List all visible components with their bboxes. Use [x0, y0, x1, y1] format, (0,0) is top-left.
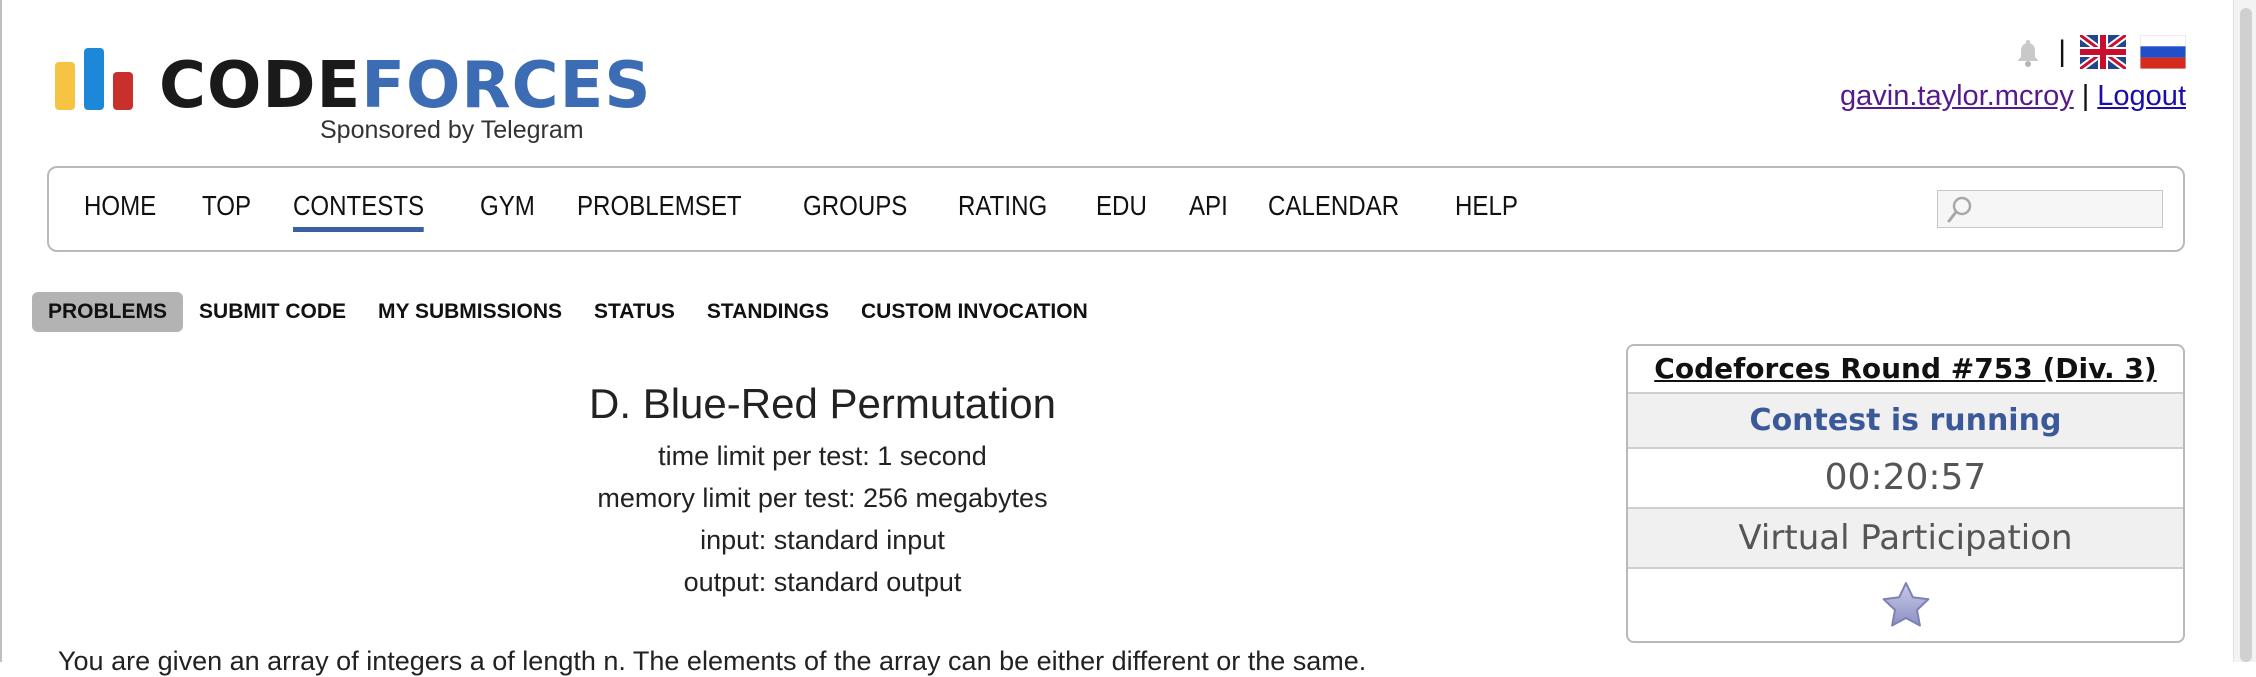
tab-status[interactable]: STATUS [578, 292, 691, 332]
menu-item-problemset[interactable]: PROBLEMSET [577, 190, 742, 222]
contest-timer: 00:20:57 [1628, 447, 2183, 507]
menu-item-rating[interactable]: RATING [958, 190, 1047, 222]
ru-flag-icon[interactable] [2140, 35, 2186, 69]
menu-item-top[interactable]: TOP [202, 190, 251, 222]
memory-limit: memory limit per test: 256 megabytes [597, 483, 1048, 513]
menu-item-gym[interactable]: GYM [480, 190, 535, 222]
main-menu-items: HOME TOP CONTESTS GYM PROBLEMSET GROUPS … [84, 190, 1562, 232]
logout-link[interactable]: Logout [2097, 80, 2186, 112]
main-menu: HOME TOP CONTESTS GYM PROBLEMSET GROUPS … [47, 166, 2185, 252]
logo-sponsor-text: Sponsored by Telegram [320, 116, 584, 144]
time-limit: time limit per test: 1 second [658, 441, 987, 471]
logo-bars-icon [55, 48, 137, 110]
menu-item-edu[interactable]: EDU [1096, 190, 1147, 222]
contest-submenu: PROBLEMS SUBMIT CODE MY SUBMISSIONS STAT… [32, 292, 1104, 332]
participation-type: Virtual Participation [1628, 507, 2183, 567]
favorite-star[interactable] [1628, 567, 2183, 641]
search-input[interactable] [1937, 190, 2163, 228]
top-right-bar: | [2012, 32, 2186, 72]
tab-submit-code[interactable]: SUBMIT CODE [183, 292, 362, 332]
menu-item-api[interactable]: API [1189, 190, 1228, 222]
scrollbar[interactable] [2233, 0, 2256, 662]
contest-status: Contest is running [1628, 392, 2183, 447]
contest-name: Codeforces Round #753 (Div. 3) [1628, 346, 2183, 392]
menu-item-contests[interactable]: CONTESTS [293, 190, 425, 232]
logo-wordmark: CODEFORCES [159, 49, 652, 123]
menu-item-groups[interactable]: GROUPS [803, 190, 907, 222]
tab-standings[interactable]: STANDINGS [691, 292, 845, 332]
username-link[interactable]: gavin.taylor.mcroy [1840, 80, 2074, 112]
tab-my-submissions[interactable]: MY SUBMISSIONS [362, 292, 578, 332]
tab-custom-invocation[interactable]: CUSTOM INVOCATION [845, 292, 1104, 332]
bell-icon[interactable] [2012, 36, 2044, 68]
star-icon[interactable] [1880, 580, 1932, 630]
menu-item-help[interactable]: HELP [1455, 190, 1518, 222]
menu-item-calendar[interactable]: CALENDAR [1268, 190, 1399, 222]
scrollbar-thumb[interactable] [2240, 8, 2252, 662]
top-separator: | [2058, 35, 2066, 68]
user-links: gavin.taylor.mcroy | Logout [1840, 80, 2186, 113]
user-separator: | [2081, 80, 2090, 112]
input-spec: input: standard input [700, 525, 945, 555]
problem-title: D. Blue-Red Permutation [589, 380, 1056, 427]
problem-header: D. Blue-Red Permutation time limit per t… [0, 380, 1645, 596]
contest-name-link[interactable]: Codeforces Round #753 (Div. 3) [1654, 352, 2156, 385]
contest-sidebar: Codeforces Round #753 (Div. 3) Contest i… [1626, 344, 2185, 643]
output-spec: output: standard output [683, 567, 962, 597]
tab-problems[interactable]: PROBLEMS [32, 292, 184, 332]
search-icon [1947, 196, 1972, 223]
uk-flag-icon[interactable] [2080, 35, 2126, 69]
menu-item-home[interactable]: HOME [84, 190, 156, 222]
